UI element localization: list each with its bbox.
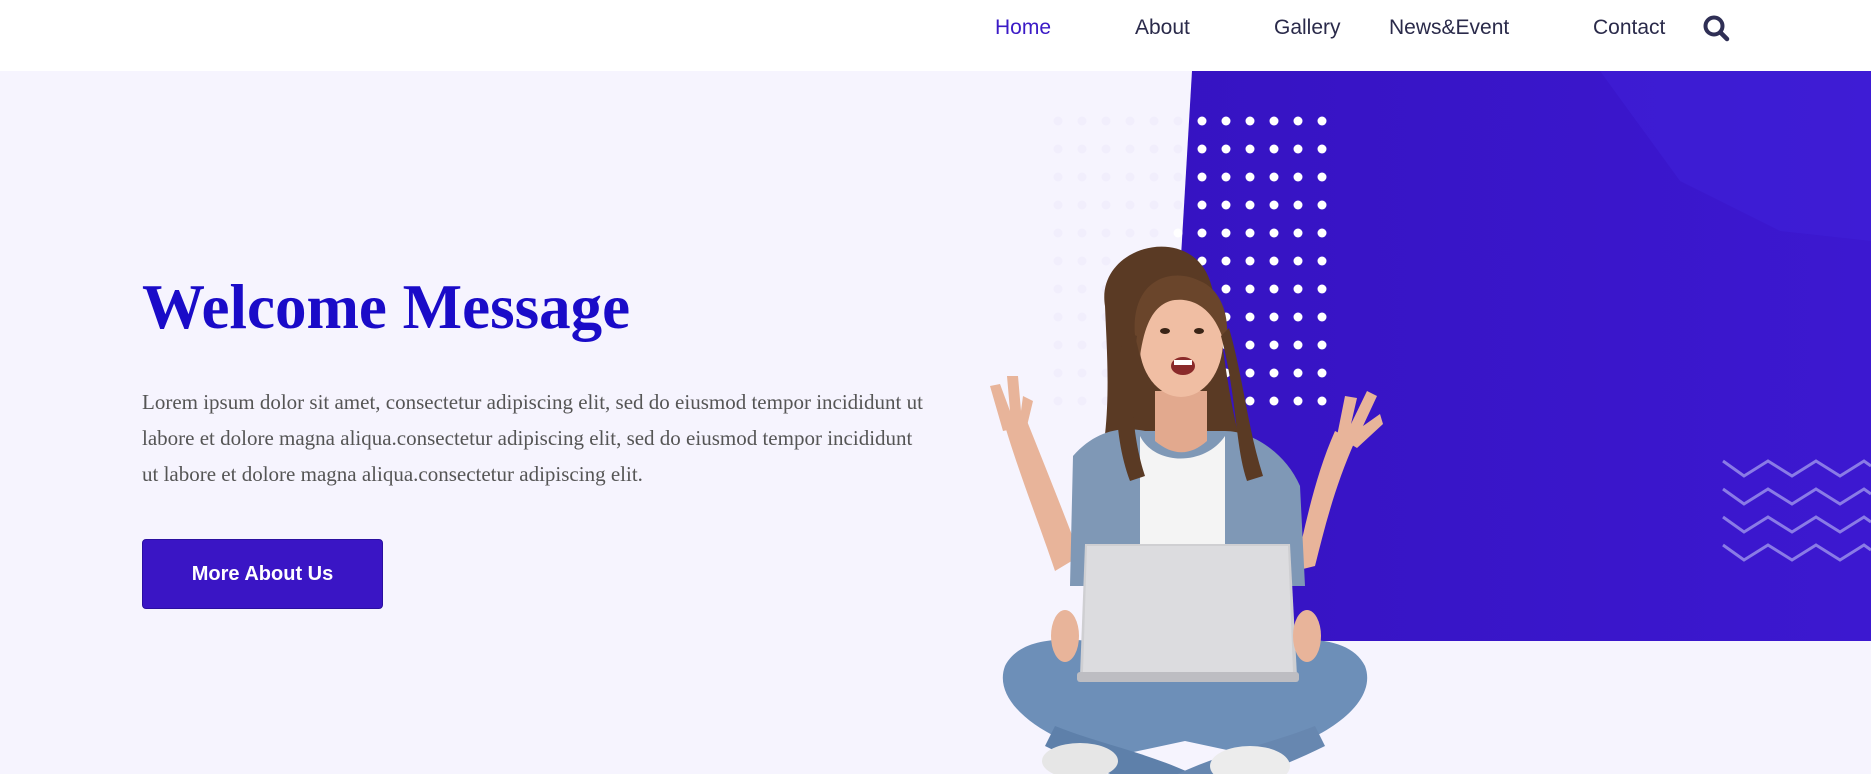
decor-dot: [1221, 116, 1231, 126]
decor-dot: [1317, 116, 1327, 126]
decor-dot: [1221, 144, 1231, 154]
site-header: Home About Gallery News&Event Contact: [0, 0, 1871, 71]
hero-section: Welcome Message Lorem ipsum dolor sit am…: [0, 71, 1871, 774]
more-about-us-button[interactable]: More About Us: [142, 539, 383, 609]
decor-dot: [1317, 144, 1327, 154]
hero-person-image: [990, 246, 1383, 774]
decor-dot: [1221, 172, 1231, 182]
decor-dot: [1077, 172, 1087, 182]
decor-dot: [1293, 200, 1303, 210]
decor-dot: [1053, 172, 1063, 182]
decor-dot: [1149, 144, 1159, 154]
decor-dot: [1125, 144, 1135, 154]
search-icon: [1703, 15, 1730, 42]
search-button[interactable]: [1700, 12, 1734, 46]
decor-dot: [1149, 116, 1159, 126]
decor-dot: [1221, 200, 1231, 210]
decor-dot: [1149, 172, 1159, 182]
decor-dot: [1269, 116, 1279, 126]
decor-dot: [1125, 116, 1135, 126]
decor-dot: [1053, 116, 1063, 126]
decor-dot: [1053, 200, 1063, 210]
decor-dot: [1269, 200, 1279, 210]
decor-dot: [1149, 200, 1159, 210]
decor-dot: [1125, 200, 1135, 210]
decor-dot: [1173, 116, 1183, 126]
decor-dot: [1245, 116, 1255, 126]
decor-dot: [1101, 144, 1111, 154]
hero-description: Lorem ipsum dolor sit amet, consectetur …: [142, 390, 923, 486]
decor-dot: [1101, 116, 1111, 126]
nav-about[interactable]: About: [1135, 16, 1190, 40]
decor-dot: [1317, 172, 1327, 182]
decor-dot: [1077, 200, 1087, 210]
nav-home[interactable]: Home: [995, 16, 1051, 40]
nav-gallery[interactable]: Gallery: [1274, 16, 1341, 40]
decor-dot: [1269, 172, 1279, 182]
decor-dot: [1197, 116, 1207, 126]
decor-dot: [1293, 172, 1303, 182]
decor-dot: [1173, 144, 1183, 154]
nav-news-event[interactable]: News&Event: [1389, 16, 1509, 40]
decor-dot: [1245, 172, 1255, 182]
decor-dot: [1269, 144, 1279, 154]
decor-dot: [1101, 172, 1111, 182]
decor-dot: [1053, 144, 1063, 154]
decor-dot: [1077, 144, 1087, 154]
decor-dot: [1317, 200, 1327, 210]
decor-dot: [1197, 144, 1207, 154]
decor-dot: [1077, 116, 1087, 126]
decor-dot: [1245, 144, 1255, 154]
hero-title: Welcome Message: [142, 272, 631, 342]
decor-dot: [1245, 200, 1255, 210]
decor-dot: [1293, 116, 1303, 126]
nav-contact[interactable]: Contact: [1593, 16, 1665, 40]
decor-dot: [1125, 172, 1135, 182]
decor-dot: [1173, 200, 1183, 210]
decor-dot: [1197, 200, 1207, 210]
decor-dot: [1173, 172, 1183, 182]
decor-dot: [1197, 172, 1207, 182]
decor-dot: [1101, 200, 1111, 210]
decor-dot: [1293, 144, 1303, 154]
